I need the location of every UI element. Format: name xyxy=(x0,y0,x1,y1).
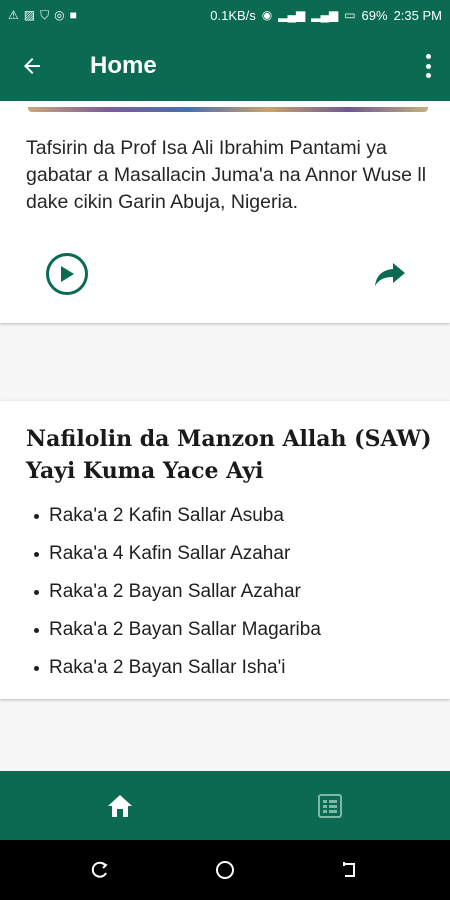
nafiloli-card: Nafilolin da Manzon Allah (SAW) Yayi Kum… xyxy=(0,401,450,699)
share-icon[interactable] xyxy=(373,261,407,289)
bullet xyxy=(34,551,39,557)
bottom-nav xyxy=(0,771,450,840)
shield-icon: ⛉ xyxy=(40,8,50,22)
audio-card: Tafsirin da Prof Isa Ali Ibrahim Pantami… xyxy=(0,101,450,323)
notification-icons: ⚠ ▨ ⛉ ◎ ■ xyxy=(8,9,77,21)
status-bar: ⚠ ▨ ⛉ ◎ ■ 0.1KB/s ◉ ▂▄▆ ▂▄▆ ▭ 69% 2:35 P… xyxy=(0,0,450,30)
target-icon: ◎ xyxy=(54,8,65,22)
battery-icon: ▭ xyxy=(344,8,356,22)
list-item[interactable]: Raka'a 2 Bayan Sallar Magariba xyxy=(34,611,321,649)
card-image xyxy=(28,107,428,112)
list-item[interactable]: Raka'a 4 Kafin Sallar Azahar xyxy=(34,535,321,573)
home-icon[interactable] xyxy=(90,771,150,840)
arrow-left-icon[interactable] xyxy=(0,30,64,101)
card-heading: Nafilolin da Manzon Allah (SAW) Yayi Kum… xyxy=(26,426,432,484)
image-icon: ▨ xyxy=(23,8,36,22)
bullet xyxy=(34,589,39,595)
system-nav-bar xyxy=(0,840,450,900)
battery-level: 69% xyxy=(361,7,388,23)
home-button-icon[interactable] xyxy=(210,855,240,885)
bullet xyxy=(34,513,39,519)
content-area[interactable]: Tafsirin da Prof Isa Ali Ibrahim Pantami… xyxy=(0,101,450,771)
signal-icon: ▂▄▆ xyxy=(311,8,339,22)
lock-icon: ■ xyxy=(69,8,77,22)
clock: 2:35 PM xyxy=(393,7,442,23)
signal-icon: ▂▄▆ xyxy=(278,8,306,22)
bullet xyxy=(34,627,39,633)
list-item[interactable]: Raka'a 2 Bayan Sallar Azahar xyxy=(34,573,321,611)
more-vert-icon[interactable] xyxy=(420,52,436,80)
list-icon[interactable] xyxy=(300,771,360,840)
status-right: 0.1KB/s ◉ ▂▄▆ ▂▄▆ ▭ 69% 2:35 PM xyxy=(210,8,442,23)
warning-icon: ⚠ xyxy=(8,8,19,22)
page-title: Home xyxy=(90,51,157,79)
network-speed: 0.1KB/s xyxy=(210,7,256,23)
card-description: Tafsirin da Prof Isa Ali Ibrahim Pantami… xyxy=(26,137,427,213)
app-bar: Home xyxy=(0,30,450,101)
list-item[interactable]: Raka'a 2 Kafin Sallar Asuba xyxy=(34,497,321,535)
hotspot-icon: ◉ xyxy=(261,8,273,22)
prayer-list: Raka'a 2 Kafin Sallar Asuba Raka'a 4 Kaf… xyxy=(34,497,321,687)
bullet xyxy=(34,665,39,671)
back-button-icon[interactable] xyxy=(335,855,365,885)
recents-icon[interactable] xyxy=(85,855,115,885)
play-circle-icon[interactable] xyxy=(46,253,88,295)
list-item[interactable]: Raka'a 2 Bayan Sallar Isha'i xyxy=(34,649,321,687)
